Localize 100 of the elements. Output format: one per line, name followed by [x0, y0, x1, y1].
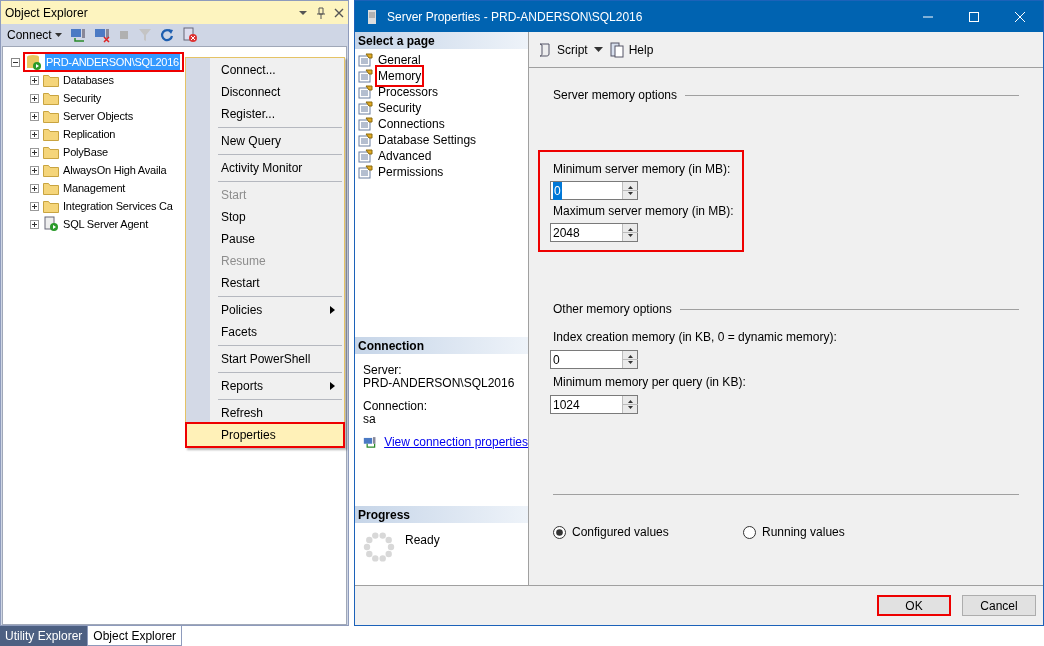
tree-item[interactable]: Databases	[63, 71, 114, 89]
section-header: Connection	[355, 337, 528, 354]
expand-icon[interactable]	[30, 93, 39, 103]
field-label: Index creation memory (in KB, 0 = dynamic memory):	[553, 329, 838, 346]
tree-item[interactable]: AlwaysOn High Availa	[63, 161, 167, 179]
help-icon	[608, 41, 625, 58]
script-delete-icon[interactable]	[181, 27, 198, 43]
help-button[interactable]: Help	[608, 40, 654, 59]
expand-icon[interactable]	[30, 75, 39, 85]
folder-icon	[43, 145, 59, 159]
menu-item[interactable]: Refresh	[187, 402, 343, 424]
property-page-icon	[358, 85, 374, 99]
page-item[interactable]: Connections	[377, 115, 446, 133]
script-button[interactable]: Script	[537, 40, 588, 59]
page-item[interactable]: Advanced	[377, 147, 433, 165]
script-label: Script	[557, 41, 588, 59]
tree-item[interactable]: SQL Server Agent	[63, 215, 149, 233]
expand-icon[interactable]	[30, 201, 39, 211]
page-item[interactable]: Processors	[377, 83, 440, 101]
server-label: Server:	[363, 364, 403, 377]
dialog-button[interactable]: Cancel	[962, 595, 1036, 616]
tree-item[interactable]: Server Objects	[63, 107, 133, 125]
folder-icon	[43, 163, 59, 177]
section-header: Progress	[355, 506, 528, 523]
connection-properties-link[interactable]: View connection properties	[384, 436, 528, 449]
server-icon	[365, 8, 379, 25]
folder-icon	[43, 199, 59, 213]
menu-item[interactable]: Start PowerShell	[187, 348, 343, 370]
page-item[interactable]: Security	[377, 99, 423, 117]
page-item[interactable]: Database Settings	[377, 131, 478, 149]
dialog-button[interactable]: OK	[877, 595, 951, 616]
expand-icon[interactable]	[30, 111, 39, 121]
agent-icon	[43, 216, 59, 232]
collapse-icon[interactable]	[11, 57, 20, 67]
server-name: PRD-ANDERSON\SQL2016	[363, 377, 516, 390]
panel-tab[interactable]: Utility Explorer	[0, 626, 88, 646]
panel-tab[interactable]: Object Explorer	[87, 626, 183, 646]
tree-item[interactable]: Management	[63, 179, 126, 197]
menu-item[interactable]: Restart	[187, 272, 343, 294]
expand-icon[interactable]	[30, 129, 39, 139]
menu-item[interactable]: Reports	[187, 375, 343, 397]
expand-icon[interactable]	[30, 147, 39, 157]
caret-icon[interactable]	[54, 32, 62, 38]
menu-item[interactable]: Disconnect	[187, 81, 343, 103]
folder-icon	[43, 181, 59, 195]
field-label: Maximum server memory (in MB):	[553, 203, 734, 220]
submenu-arrow-icon	[330, 306, 335, 314]
radio-label[interactable]: Configured values	[572, 523, 669, 541]
page-item[interactable]: Memory	[377, 67, 423, 85]
folder-icon	[43, 91, 59, 105]
menu-item[interactable]: Facets	[187, 321, 343, 343]
tree-item[interactable]: Integration Services Ca	[63, 197, 173, 215]
folder-icon	[43, 127, 59, 141]
menu-item[interactable]: Register...	[187, 103, 343, 125]
property-page-icon	[358, 101, 374, 115]
page-item[interactable]: Permissions	[377, 163, 445, 181]
tree-item[interactable]: Replication	[63, 125, 116, 143]
radio-button[interactable]	[553, 525, 566, 539]
connection-user: sa	[363, 413, 377, 426]
connection-label: Connection:	[363, 400, 429, 413]
property-page-icon	[358, 165, 374, 179]
close-icon[interactable]	[334, 7, 344, 18]
tree-item[interactable]: PolyBase	[63, 143, 108, 161]
property-page-icon	[358, 117, 374, 131]
radio-label[interactable]: Running values	[762, 523, 845, 541]
dialog-title: Server Properties - PRD-ANDERSON\SQL2016	[387, 8, 644, 26]
property-page-icon	[358, 149, 374, 163]
menu-item[interactable]: Policies	[187, 299, 343, 321]
disconnect-server-icon[interactable]	[93, 27, 110, 43]
server-icon	[26, 54, 42, 70]
property-page-icon	[358, 133, 374, 147]
page-item[interactable]: General	[377, 51, 422, 69]
expand-icon[interactable]	[30, 183, 39, 193]
group-title: Other memory options	[553, 301, 672, 318]
menu-item[interactable]: New Query	[187, 130, 343, 152]
menu-item[interactable]: Properties	[187, 424, 343, 446]
folder-icon	[43, 73, 59, 87]
script-icon	[537, 41, 553, 58]
radio-button[interactable]	[743, 525, 756, 539]
tree-item[interactable]: Security	[63, 89, 102, 107]
connection-icon	[363, 435, 378, 450]
expand-icon[interactable]	[30, 165, 39, 175]
connect-server-icon[interactable]	[69, 27, 86, 43]
group-title: Server memory options	[553, 87, 678, 104]
field-label: Minimum memory per query (in KB):	[553, 374, 747, 391]
connect-button[interactable]: Connect	[7, 26, 62, 44]
progress-spinner-icon	[363, 531, 395, 563]
refresh-icon[interactable]	[159, 28, 174, 42]
field-label: Minimum server memory (in MB):	[553, 161, 731, 178]
pane-title: Object Explorer	[5, 4, 89, 22]
section-header: Select a page	[355, 32, 528, 49]
menu-item[interactable]: Activity Monitor	[187, 157, 343, 179]
dropdown-icon[interactable]	[593, 46, 603, 53]
pin-icon[interactable]	[316, 6, 326, 19]
menu-item[interactable]: Stop	[187, 206, 343, 228]
menu-item[interactable]: Pause	[187, 228, 343, 250]
folder-icon	[43, 109, 59, 123]
property-page-icon	[358, 53, 374, 67]
menu-item[interactable]: Connect...	[187, 59, 343, 81]
expand-icon[interactable]	[30, 219, 39, 229]
